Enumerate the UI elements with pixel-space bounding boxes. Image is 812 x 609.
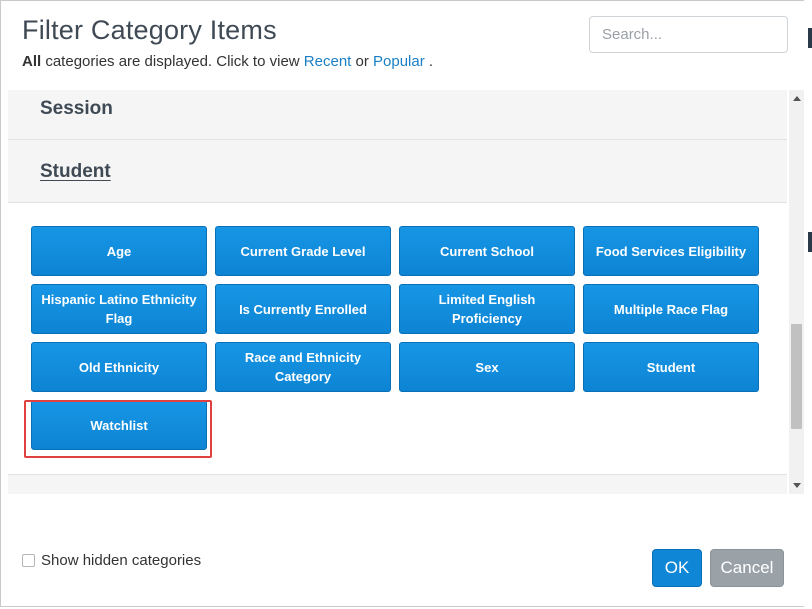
- category-item-button[interactable]: Old Ethnicity: [31, 342, 207, 392]
- scroll-down-icon[interactable]: [793, 483, 801, 488]
- category-item-button[interactable]: Student: [583, 342, 759, 392]
- category-header-session[interactable]: Session: [8, 90, 787, 140]
- window-edge: [804, 0, 812, 609]
- show-hidden-categories[interactable]: Show hidden categories: [22, 552, 201, 569]
- category-item-button[interactable]: Age: [31, 226, 207, 276]
- vertical-scrollbar[interactable]: [789, 90, 804, 494]
- ok-button[interactable]: OK: [652, 549, 702, 587]
- category-item-button[interactable]: Multiple Race Flag: [583, 284, 759, 334]
- subtitle-all: All: [22, 53, 42, 70]
- filter-category-dialog: Filter Category Items All categories are…: [0, 0, 810, 607]
- popular-link[interactable]: Popular: [373, 53, 425, 70]
- cancel-button[interactable]: Cancel: [710, 549, 784, 587]
- edge-mark: [808, 28, 812, 48]
- scroll-up-icon[interactable]: [793, 96, 801, 101]
- show-hidden-checkbox[interactable]: [22, 554, 35, 567]
- category-item-button[interactable]: Current School: [399, 226, 575, 276]
- category-item-button[interactable]: Food Services Eligibility: [583, 226, 759, 276]
- edge-mark: [808, 232, 812, 252]
- category-item-button[interactable]: Race and Ethnicity Category: [215, 342, 391, 392]
- dialog-title: Filter Category Items: [22, 15, 277, 45]
- subtitle-end: .: [424, 53, 434, 70]
- subtitle-text: categories are displayed. Click to view: [41, 53, 304, 70]
- show-hidden-label: Show hidden categories: [41, 552, 202, 569]
- dialog-subtitle: All categories are displayed. Click to v…: [22, 53, 433, 70]
- category-list: Session Student Age Current Grade Level Cu…: [8, 90, 804, 494]
- category-item-button[interactable]: Hispanic Latino Ethnicity Flag: [31, 284, 207, 334]
- category-item-button[interactable]: Current Grade Level: [215, 226, 391, 276]
- search-input[interactable]: [589, 16, 788, 53]
- next-category-header: [8, 474, 787, 494]
- category-label-session: Session: [40, 98, 113, 119]
- recent-link[interactable]: Recent: [304, 53, 352, 70]
- scrollbar-thumb[interactable]: [791, 324, 802, 429]
- category-item-button[interactable]: Limited English Proficiency: [399, 284, 575, 334]
- category-header-student[interactable]: Student: [8, 140, 787, 203]
- category-item-button[interactable]: Is Currently Enrolled: [215, 284, 391, 334]
- category-item-button[interactable]: Sex: [399, 342, 575, 392]
- watchlist-highlight-box: [24, 400, 212, 458]
- subtitle-or: or: [351, 53, 374, 70]
- category-label-student: Student: [40, 161, 111, 182]
